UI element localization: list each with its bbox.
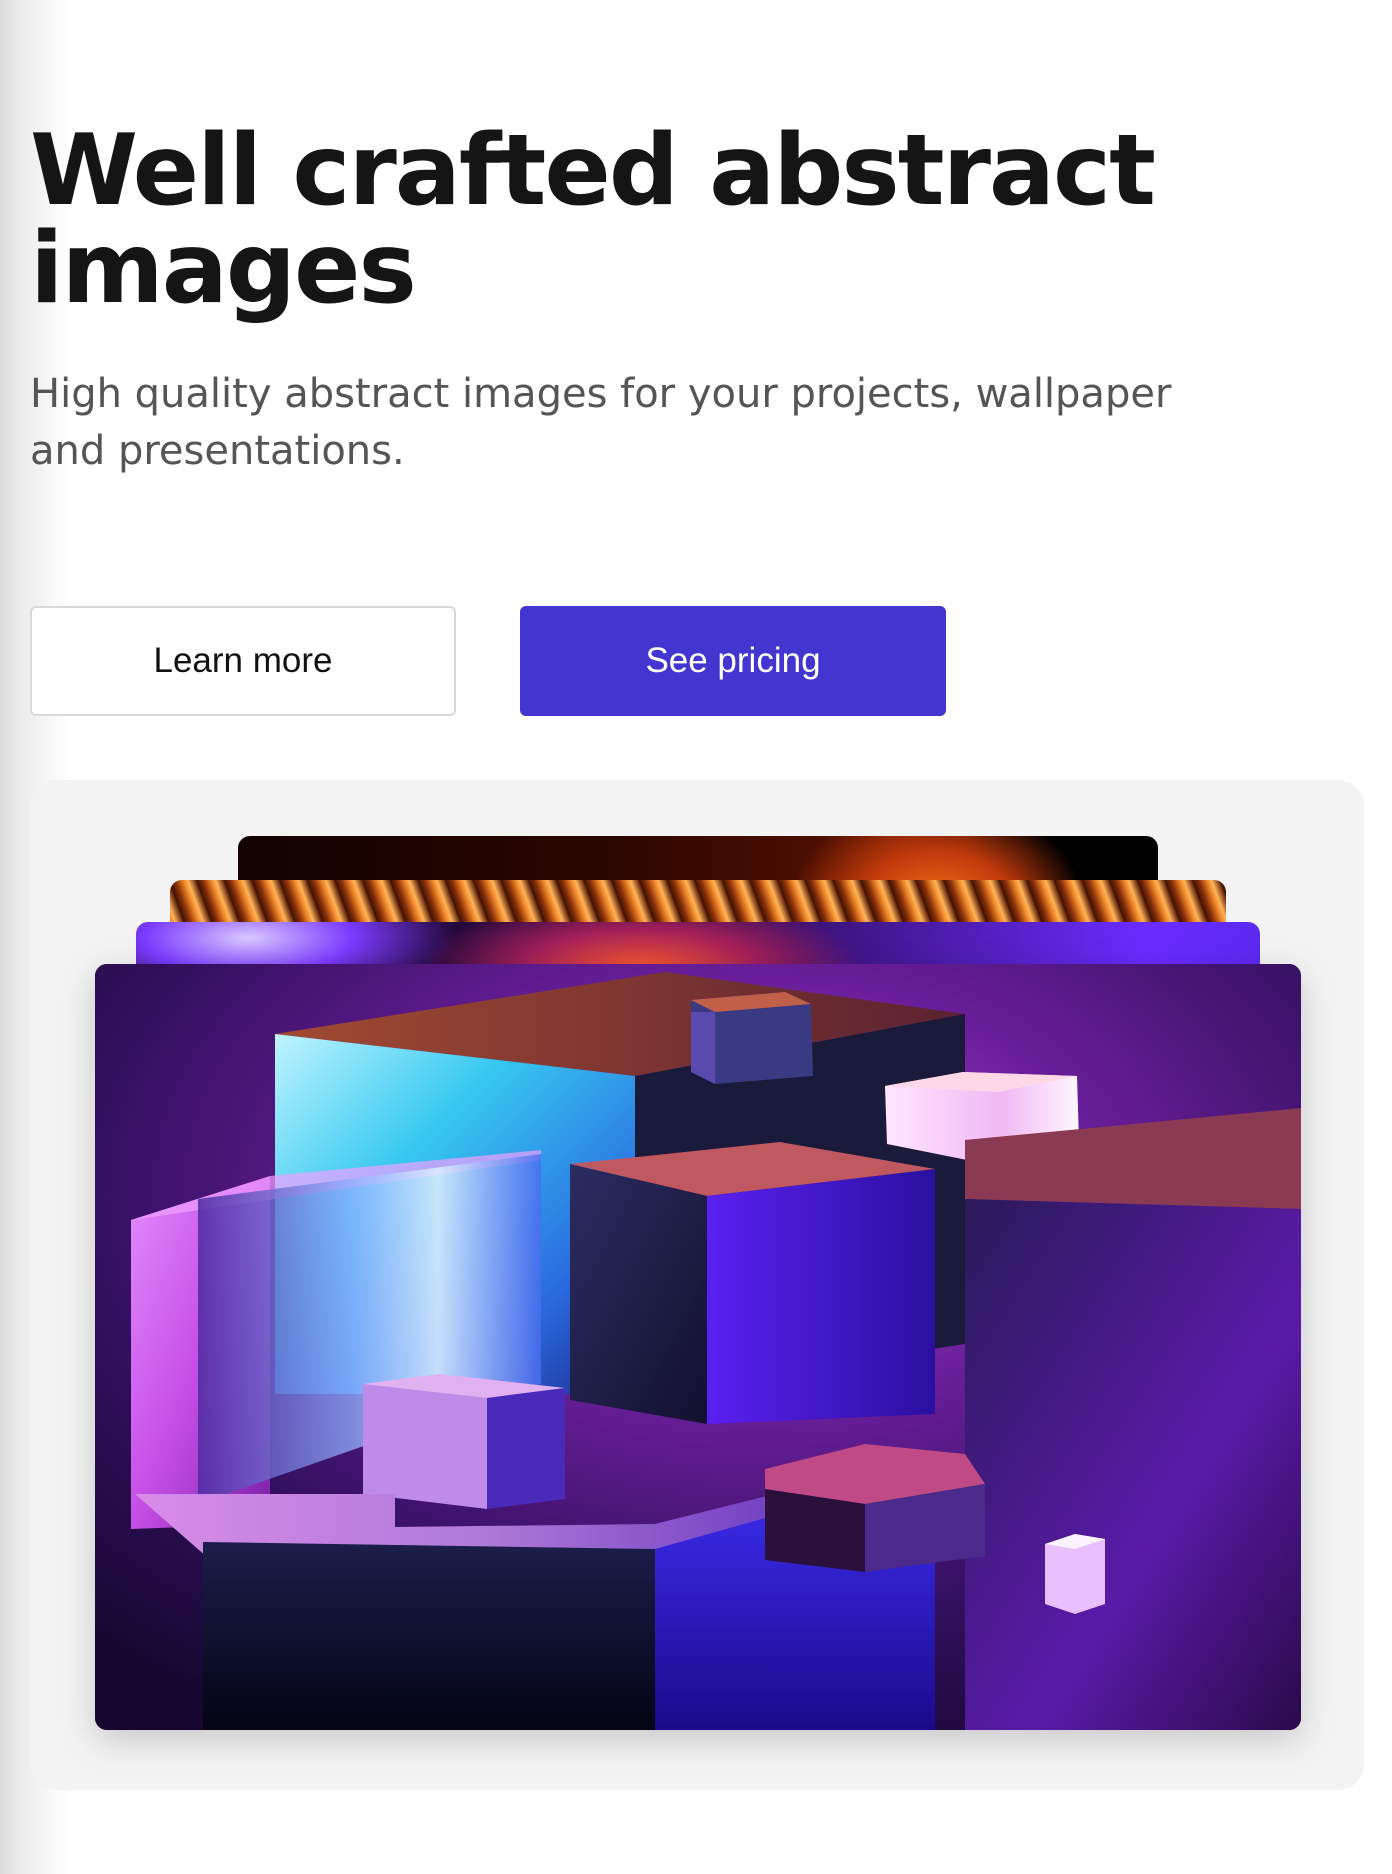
hero-subtitle: High quality abstract images for your pr… (30, 371, 1172, 474)
hero-title: Well crafted abstract images (30, 114, 1156, 326)
image-gallery (30, 780, 1364, 1790)
see-pricing-button[interactable]: See pricing (520, 606, 946, 716)
learn-more-button[interactable]: Learn more (30, 606, 456, 716)
gallery-card-front-abstract-cubes[interactable] (95, 964, 1301, 1730)
abstract-cubes-image (95, 964, 1301, 1730)
